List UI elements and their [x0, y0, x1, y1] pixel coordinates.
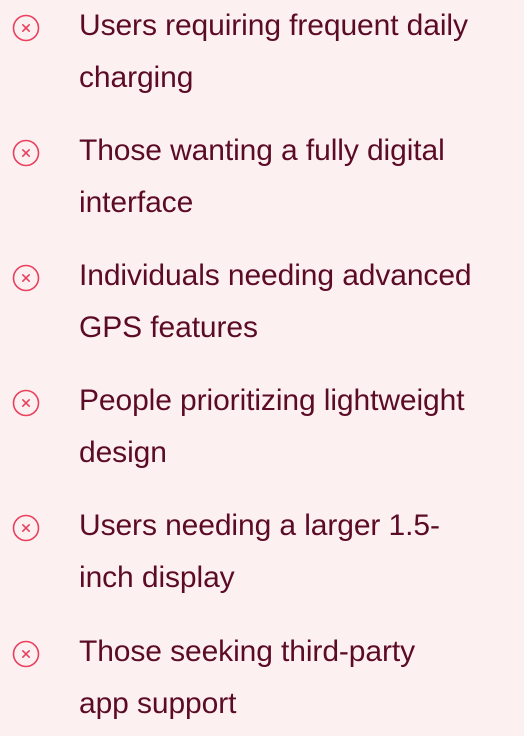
- list-item-text: Individuals needing advanced GPS feature…: [79, 250, 524, 354]
- list-item: Those wanting a fully digital interface: [0, 125, 524, 235]
- list-item-line: Those wanting a fully digital: [79, 134, 445, 167]
- list-item: Those seeking third-party app support: [0, 626, 524, 736]
- list-item-text: Users needing a larger 1.5- inch display: [79, 500, 524, 604]
- circle-x-icon: [12, 14, 40, 42]
- list-item-text: People prioritizing lightweight design: [79, 375, 524, 479]
- circle-x-icon: [12, 640, 40, 668]
- circle-x-icon: [12, 514, 40, 542]
- list-item-line: interface: [79, 186, 194, 219]
- list-item-line: Users needing a larger 1.5-: [79, 509, 440, 542]
- list-item-line: People prioritizing lightweight: [79, 384, 465, 417]
- list-item-line: Those seeking third-party: [79, 635, 415, 668]
- list-item: Users needing a larger 1.5- inch display: [0, 500, 524, 610]
- list-item-line: inch display: [79, 561, 235, 594]
- list-item-line: Users requiring frequent daily: [79, 9, 468, 42]
- list-item: Users requiring frequent daily charging: [0, 0, 524, 110]
- list-item-line: GPS features: [79, 311, 258, 344]
- list-item-line: charging: [79, 61, 194, 94]
- list-item-line: Individuals needing advanced: [79, 259, 472, 292]
- circle-x-icon: [12, 139, 40, 167]
- list-item-text: Those wanting a fully digital interface: [79, 125, 524, 229]
- list-item: People prioritizing lightweight design: [0, 375, 524, 485]
- list-item: Individuals needing advanced GPS feature…: [0, 250, 524, 360]
- circle-x-icon: [12, 389, 40, 417]
- list-item-line: app support: [79, 687, 237, 720]
- list-item-text: Users requiring frequent daily charging: [79, 0, 524, 104]
- list-item-text: Those seeking third-party app support: [79, 626, 524, 730]
- circle-x-icon: [12, 264, 40, 292]
- list-item-line: design: [79, 436, 167, 469]
- not-recommended-list: Users requiring frequent daily charging …: [0, 0, 524, 728]
